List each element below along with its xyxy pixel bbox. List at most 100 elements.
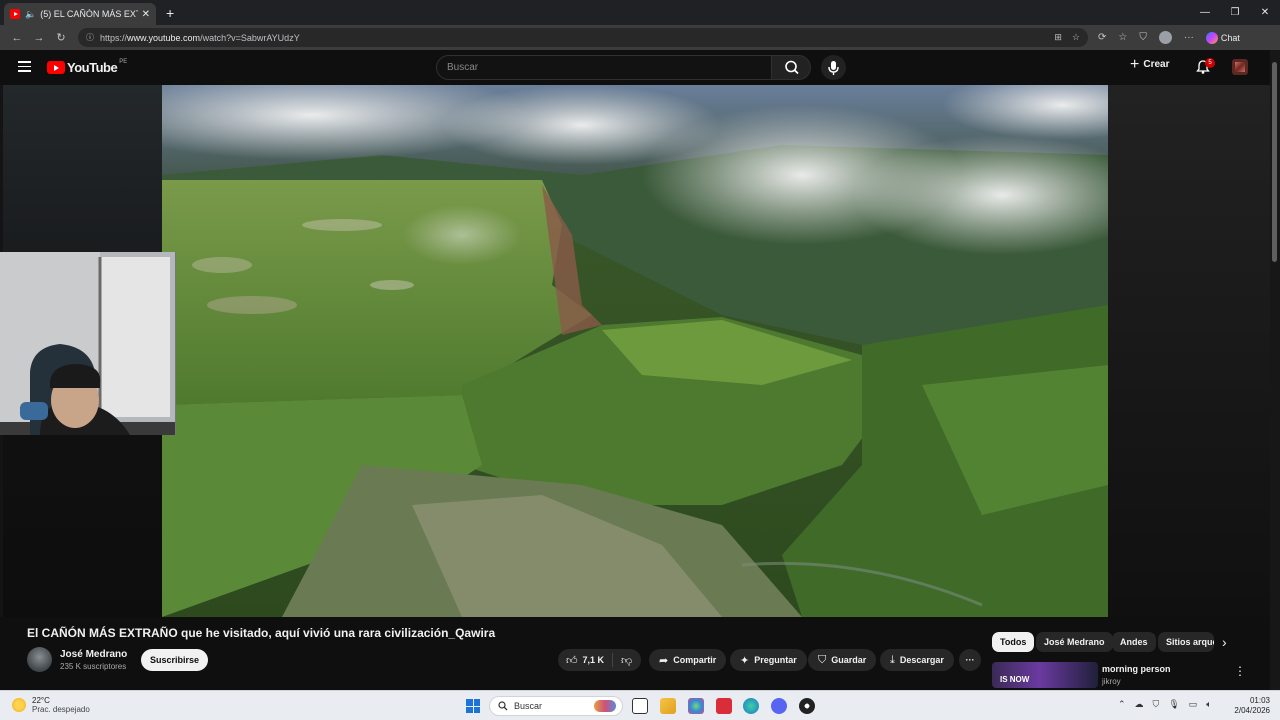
security-icon[interactable]: ⛉ [1153,699,1160,710]
youtube-play-icon [47,61,65,74]
thumbs-up-icon: 👍︎ [566,654,578,667]
download-icon: ⤓ [890,653,895,666]
copilot-chat-button[interactable]: Chat [1205,31,1240,44]
video-player[interactable] [162,85,1108,617]
chip-todos[interactable]: Todos [992,632,1035,652]
back-icon[interactable]: ← [6,32,28,44]
country-code: PE [119,58,128,65]
cloud-icon[interactable]: ☁ [1135,699,1144,710]
account-avatar[interactable] [1232,59,1248,75]
youtube-favicon-icon [10,9,20,19]
apps-icon[interactable]: ⊞ [1054,32,1062,43]
profile-avatar[interactable] [1158,31,1172,44]
volume-icon[interactable]: 🔈︎ [1206,699,1211,710]
voice-search-button[interactable] [821,55,846,80]
webcam-person-image [0,252,175,435]
close-window-icon[interactable]: ✕ [1250,0,1280,25]
file-explorer-icon[interactable] [660,698,676,714]
collections-icon[interactable]: ☆ [1118,32,1127,43]
search-input[interactable]: Buscar [436,55,772,80]
chip-clip: Sitios arqueológicos [1158,632,1214,652]
channel-avatar[interactable] [27,647,52,672]
recommended-channel[interactable]: jikroy [1102,677,1121,686]
more-horizontal-icon: ··· [965,655,975,665]
close-tab-icon[interactable]: ✕ [142,9,150,20]
share-button[interactable]: ➦ Compartir [649,649,727,671]
more-options-icon[interactable]: ··· [1184,32,1194,43]
maximize-icon[interactable]: ❐ [1220,0,1250,25]
more-vertical-icon[interactable]: ⋮ [1234,664,1246,678]
chevron-right-icon[interactable]: › [1222,634,1227,650]
video-frame-canyon [162,85,1108,617]
bookmark-icon: ⛉ [818,653,827,666]
ask-button[interactable]: ✦ Preguntar [730,649,807,671]
taskbar-search[interactable]: Buscar [489,696,623,716]
app-red-icon[interactable] [716,698,732,714]
download-button[interactable]: ⤓ Descargar [880,649,954,671]
windows-taskbar: 22°C Prac. despejado Buscar ⌃ ☁ ⛉ 🎙︎ ▭ 🔈… [0,690,1280,720]
search-button[interactable] [771,55,811,80]
chip-sitios[interactable]: Sitios arqueológicos [1158,632,1214,652]
window-controls: — ❐ ✕ [1190,0,1280,25]
dislike-button[interactable]: 👎︎ [613,654,640,667]
discord-icon[interactable] [771,698,787,714]
video-title: El CAÑÓN MÁS EXTRAÑO que he visitado, aq… [27,626,496,640]
app-circle-icon[interactable] [799,698,815,714]
edge-browser-icon[interactable] [743,698,759,714]
subscribe-button[interactable]: Suscribirse [141,649,208,671]
system-tray: ⌃ ☁ ⛉ 🎙︎ ▭ 🔈︎ [1118,699,1212,710]
browser-tab-bar: 🔈 (5) EL CAÑÓN MÁS EXTRAÑO ✕ + — ❐ ✕ [0,0,1280,25]
url-field[interactable]: ⓘ https://www.youtube.com/watch?v=SabwrA… [78,28,1088,47]
chip-channel[interactable]: José Medrano [1036,632,1113,652]
tab-title: (5) EL CAÑÓN MÁS EXTRAÑO [40,9,137,19]
share-icon: ➦ [659,654,669,667]
chevron-up-icon[interactable]: ⌃ [1118,699,1126,710]
hamburger-menu-icon[interactable] [18,61,31,75]
speaker-icon[interactable]: 🔈 [25,9,36,20]
minimize-icon[interactable]: — [1190,0,1220,25]
ambient-right [1108,85,1270,617]
chat-label: Chat [1220,32,1240,43]
save-button[interactable]: ⛉ Guardar [808,649,877,671]
browser-essentials-icon[interactable]: ⛉ [1139,32,1147,43]
more-actions-button[interactable]: ··· [959,649,981,671]
browser-tab[interactable]: 🔈 (5) EL CAÑÓN MÁS EXTRAÑO ✕ [4,3,156,25]
notification-badge: 5 [1205,58,1215,68]
channel-name[interactable]: José Medrano [60,649,127,660]
reload-icon[interactable]: ↻ [50,31,72,44]
mic-tray-icon[interactable]: 🎙︎ [1168,699,1179,710]
favorite-star-icon[interactable]: ☆ [1072,32,1080,43]
copilot-app-icon[interactable] [688,698,704,714]
thumbs-down-icon: 👎︎ [621,654,633,667]
clock-time: 01:03 [1249,696,1270,705]
like-button[interactable]: 👍︎ 7,1 K [558,653,614,667]
search-icon [785,60,799,75]
sparkle-icon: ✦ [740,654,750,667]
extensions-icon[interactable]: ⟳ [1098,32,1106,43]
new-tab-icon[interactable]: + [166,5,174,21]
windows-start-icon[interactable] [466,699,480,713]
webcam-overlay [0,252,176,435]
clock[interactable]: 01:03 2/04/2026 [1232,696,1270,716]
recommended-title[interactable]: morning person [1102,664,1171,674]
task-view-icon[interactable] [632,698,648,714]
create-button[interactable]: + Crear [1130,56,1170,72]
create-label: Crear [1143,59,1170,70]
forward-icon[interactable]: → [28,32,50,44]
recommended-thumbnail[interactable]: IS NOW [992,662,1098,688]
chip-andes[interactable]: Andes [1112,632,1156,652]
search-icon [498,701,508,711]
youtube-header: YouTube PE Buscar + Crear [0,50,1280,85]
temperature: 22°C [32,696,50,705]
search-highlight-icon [594,700,616,712]
like-dislike-group: 👍︎ 7,1 K 👎︎ [558,649,641,671]
youtube-logo[interactable]: YouTube PE [47,58,128,75]
site-info-icon[interactable]: ⓘ [86,32,94,43]
weather-condition: Prac. despejado [32,705,90,714]
clock-date: 2/04/2026 [1234,706,1270,715]
scrollbar-thumb[interactable] [1272,62,1277,262]
network-icon[interactable]: ▭ [1189,699,1198,710]
save-label: Guardar [831,655,867,665]
weather-widget[interactable]: 22°C Prac. despejado [12,696,90,714]
copilot-icon [1205,31,1218,44]
